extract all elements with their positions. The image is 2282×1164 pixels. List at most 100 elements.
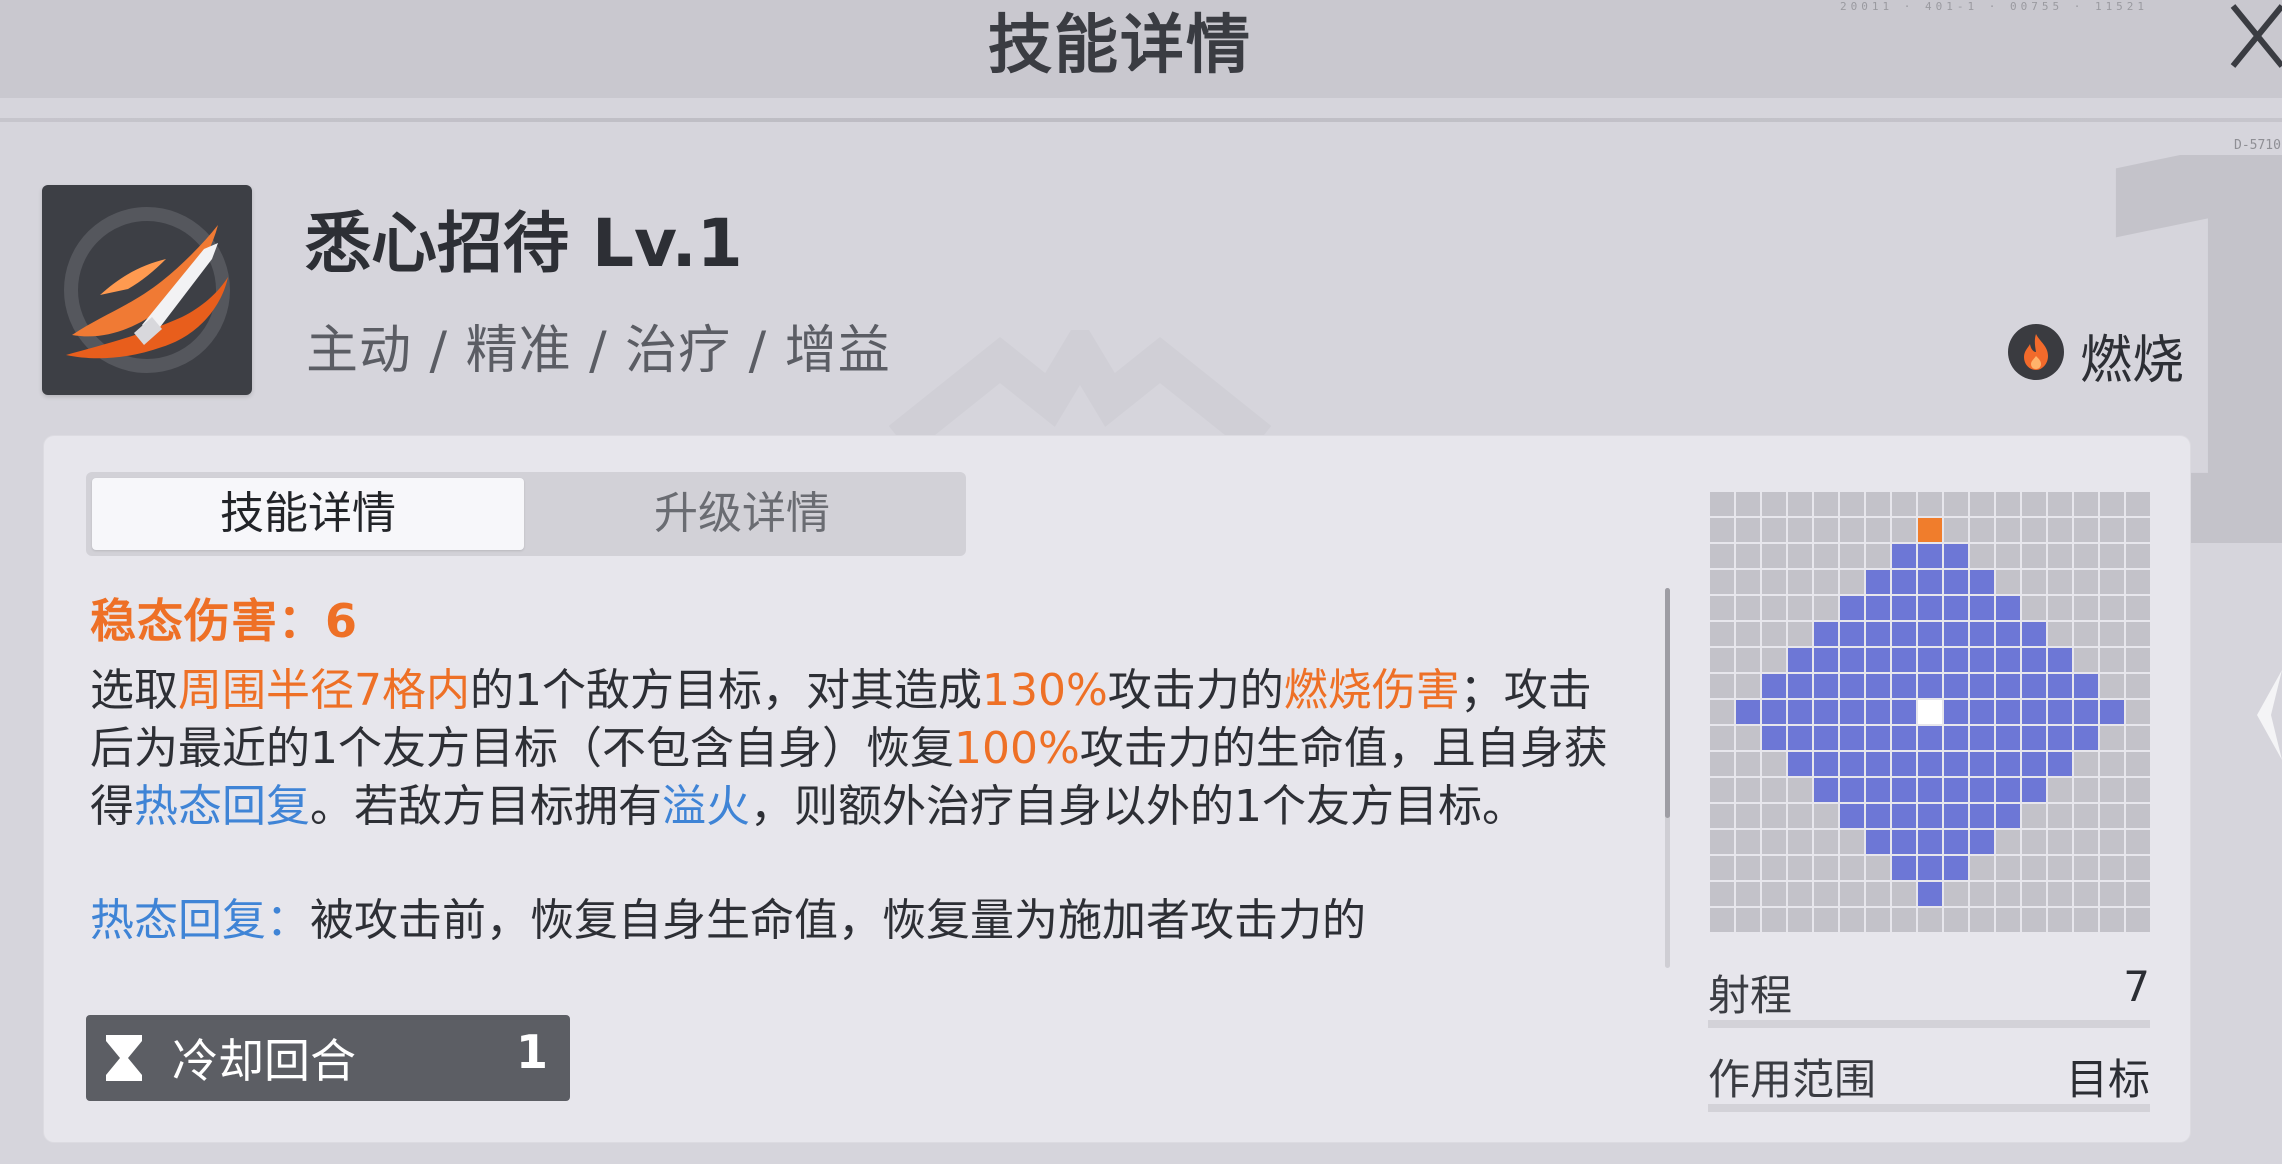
range-cell-empty — [1736, 518, 1760, 542]
range-cell-empty — [2074, 908, 2098, 932]
range-cell-empty — [1918, 908, 1942, 932]
description-scroll-thumb[interactable] — [1665, 588, 1670, 818]
keyword-link[interactable]: 溢火 — [662, 781, 750, 832]
range-cell-active — [1814, 622, 1838, 646]
skill-tags: 主动 / 精准 / 治疗 / 增益 — [306, 321, 891, 381]
range-cell-empty — [1788, 544, 1812, 568]
range-cell-empty — [1788, 622, 1812, 646]
range-cell-active — [1996, 804, 2020, 828]
range-cell-empty — [1970, 492, 1994, 516]
range-cell-empty — [2100, 622, 2124, 646]
range-cell-empty — [2074, 778, 2098, 802]
range-cell-active — [1918, 570, 1942, 594]
range-cell-empty — [2022, 882, 2046, 906]
range-cell-empty — [1814, 492, 1838, 516]
range-cell-active — [1918, 674, 1942, 698]
range-cell-empty — [1892, 882, 1916, 906]
range-cell-empty — [1814, 830, 1838, 854]
range-cell-empty — [1710, 648, 1734, 672]
range-cell-empty — [2074, 518, 2098, 542]
range-cell-empty — [2022, 908, 2046, 932]
range-cell-empty — [1814, 908, 1838, 932]
range-cell-empty — [1866, 908, 1890, 932]
range-cell-active — [1918, 882, 1942, 906]
range-cell-active — [1840, 752, 1864, 776]
range-cell-empty — [2126, 830, 2150, 854]
range-cell-active — [1866, 804, 1890, 828]
range-cell-empty — [1736, 856, 1760, 880]
range-cell-empty — [1866, 856, 1890, 880]
range-cell-active — [1918, 804, 1942, 828]
range-cell-active — [1970, 596, 1994, 620]
range-cell-active — [1866, 622, 1890, 646]
range-cell-empty — [1710, 752, 1734, 776]
range-cell-empty — [1970, 544, 1994, 568]
range-cell-empty — [2022, 518, 2046, 542]
range-cell-active — [1944, 778, 1968, 802]
range-cell-empty — [1762, 908, 1786, 932]
range-cell-active — [1762, 700, 1786, 724]
range-grid — [1710, 492, 2150, 932]
close-button[interactable] — [2225, 0, 2282, 75]
range-cell-empty — [1736, 752, 1760, 776]
range-cell-empty — [1762, 804, 1786, 828]
description-text: ，则额外治疗自身以外的1个友方目标。 — [750, 781, 1526, 832]
range-cell-empty — [1736, 882, 1760, 906]
keyword-link[interactable]: 热态回复 — [134, 781, 310, 832]
skill-description[interactable]: 稳态伤害：6 选取周围半径7格内的1个敌方目标，对其造成130%攻击力的燃烧伤害… — [90, 592, 1620, 992]
range-cell-empty — [2126, 882, 2150, 906]
range-cell-empty — [2074, 544, 2098, 568]
range-cell-empty — [1996, 544, 2020, 568]
range-cell-self — [1918, 700, 1942, 724]
next-arrow-icon[interactable] — [2255, 670, 2282, 760]
range-cell-active — [1944, 570, 1968, 594]
range-cell-empty — [1996, 492, 2020, 516]
range-cell-empty — [2048, 882, 2072, 906]
range-cell-active — [1892, 544, 1916, 568]
range-cell-empty — [1840, 544, 1864, 568]
range-cell-empty — [2126, 648, 2150, 672]
range-cell-active — [1866, 700, 1890, 724]
tab-skill-details[interactable]: 技能详情 — [92, 478, 524, 550]
cooldown-box: 冷却回合 1 — [86, 1015, 570, 1101]
range-cell-empty — [1866, 544, 1890, 568]
flame-blade-icon — [64, 207, 230, 373]
range-cell-empty — [1840, 908, 1864, 932]
range-cell-active — [2074, 700, 2098, 724]
range-cell-empty — [1710, 700, 1734, 724]
range-cell-empty — [1710, 596, 1734, 620]
range-cell-active — [1892, 648, 1916, 672]
range-cell-empty — [1788, 596, 1812, 620]
range-cell-empty — [1762, 830, 1786, 854]
range-cell-empty — [1788, 908, 1812, 932]
range-cell-empty — [1762, 752, 1786, 776]
range-cell-empty — [2022, 856, 2046, 880]
range-cell-empty — [2100, 648, 2124, 672]
header-deco-code: 20011 · 401-1 · 00755 · 11521 — [1840, 0, 2149, 13]
range-cell-empty — [2048, 804, 2072, 828]
element-label: 燃烧 — [2080, 331, 2185, 391]
range-cell-active — [1866, 570, 1890, 594]
range-cell-empty — [1970, 518, 1994, 542]
description-text: 选取 — [90, 665, 178, 716]
range-cell-empty — [2126, 856, 2150, 880]
range-cell-active — [1944, 648, 1968, 672]
range-cell-active — [1970, 752, 1994, 776]
range-cell-empty — [2126, 622, 2150, 646]
range-cell-active — [2022, 700, 2046, 724]
range-cell-active — [1866, 778, 1890, 802]
range-cell-empty — [1970, 908, 1994, 932]
keyword-link[interactable]: 热态回复： — [90, 895, 310, 946]
range-cell-empty — [1892, 518, 1916, 542]
range-cell-empty — [1970, 856, 1994, 880]
range-cell-active — [1944, 700, 1968, 724]
range-cell-active — [1762, 674, 1786, 698]
range-cell-empty — [2126, 726, 2150, 750]
range-cell-active — [1918, 856, 1942, 880]
range-cell-empty — [1736, 778, 1760, 802]
range-cell-empty — [1996, 882, 2020, 906]
skill-icon — [42, 185, 252, 395]
tab-upgrade-details[interactable]: 升级详情 — [526, 478, 958, 550]
range-cell-empty — [1840, 518, 1864, 542]
highlight-text: 100% — [954, 723, 1080, 774]
